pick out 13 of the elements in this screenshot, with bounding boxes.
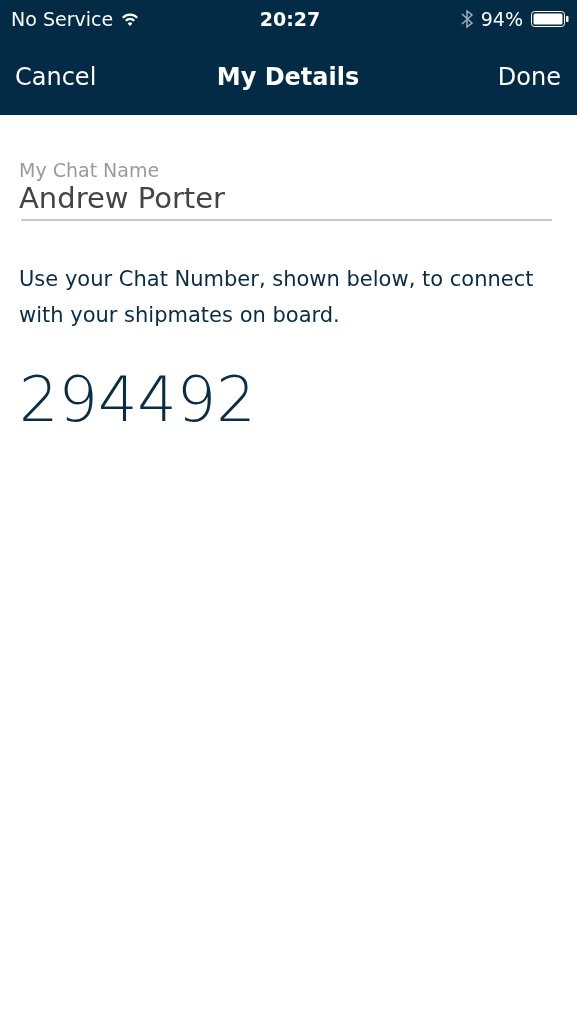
info-text: Use your Chat Number, shown below, to connect with your shipmates on board. — [19, 266, 535, 329]
done-button[interactable]: Done — [497, 62, 561, 91]
carrier-text: No Service — [11, 8, 114, 30]
field-label: My Chat Name — [19, 159, 161, 181]
chat-number: 294492 — [19, 363, 257, 436]
battery-icon — [531, 11, 569, 27]
name-input[interactable]: Andrew Porter — [19, 181, 552, 215]
wifi-icon — [121, 12, 140, 26]
battery-percent: 94% — [480, 8, 523, 30]
screen-title: My Details — [216, 62, 360, 91]
cancel-button[interactable]: Cancel — [15, 62, 97, 91]
bluetooth-icon — [460, 9, 473, 29]
time-text: 20:27 — [259, 8, 321, 30]
